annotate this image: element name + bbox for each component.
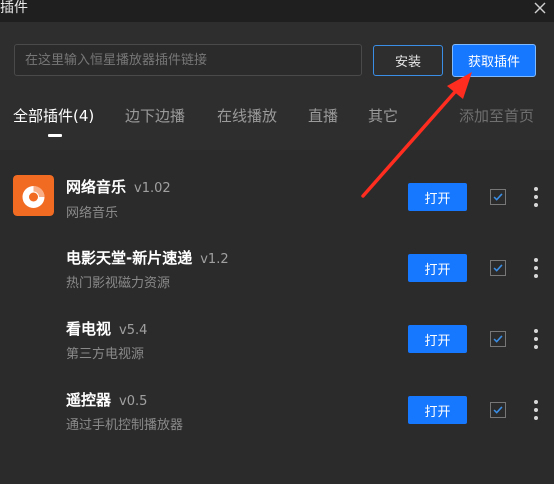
enable-checkbox[interactable] [490,331,506,347]
title-bar: 插件 [0,0,554,22]
more-options-icon[interactable] [531,256,541,280]
plugin-list: 网络音乐 v1.02 网络音乐 打开 电影天堂-新片速递 v1.2 热门影视磁力资源… [0,150,554,484]
music-disc-icon [13,175,54,216]
window-title: 插件 [0,0,28,16]
plugin-version: v1.2 [200,252,229,267]
plugin-name: 网络音乐 v1.02 [66,176,171,197]
add-to-home-link[interactable]: 添加至首页 [459,104,534,128]
enable-checkbox[interactable] [490,402,506,418]
plugin-name: 遥控器 v0.5 [66,389,147,410]
get-plugins-button[interactable]: 获取插件 [452,44,536,77]
plugin-row: 电影天堂-新片速递 v1.2 热门影视磁力资源 打开 [0,221,554,291]
open-button[interactable]: 打开 [408,254,467,282]
plugin-name-text: 电影天堂-新片速递 [66,249,193,267]
tab-online-play[interactable]: 在线播放 [217,104,277,128]
more-options-icon[interactable] [531,185,541,209]
plugin-window: 插件 安装 获取插件 全部插件(4) 边下边播 在线播放 直播 其它 添加至首页… [0,0,554,484]
tab-all-plugins[interactable]: 全部插件(4) [13,104,94,128]
plugin-row: 看电视 v5.4 第三方电视源 打开 [0,292,554,362]
enable-checkbox[interactable] [490,189,506,205]
tab-other[interactable]: 其它 [368,104,398,128]
tab-bar: 全部插件(4) 边下边播 在线播放 直播 其它 添加至首页 [0,104,554,134]
plugin-description: 第三方电视源 [66,347,145,362]
plugin-description: 网络音乐 [66,206,119,221]
plugin-version: v5.4 [119,323,148,338]
tab-download-play[interactable]: 边下边播 [125,104,185,128]
close-icon[interactable] [530,0,550,18]
plugin-name: 看电视 v5.4 [66,318,147,339]
plugin-description: 热门影视磁力资源 [66,276,171,291]
tab-live[interactable]: 直播 [308,104,338,128]
plugin-name-text: 网络音乐 [66,178,127,196]
open-button[interactable]: 打开 [408,183,467,211]
more-options-icon[interactable] [531,398,541,422]
plugin-version: v1.02 [134,181,171,196]
plugin-name: 电影天堂-新片速递 v1.2 [66,247,229,268]
open-button[interactable]: 打开 [408,325,467,353]
plugin-row: 遥控器 v0.5 通过手机控制播放器 打开 [0,363,554,433]
enable-checkbox[interactable] [490,260,506,276]
active-tab-indicator [48,134,62,137]
plugin-row: 网络音乐 v1.02 网络音乐 打开 [0,150,554,221]
open-button[interactable]: 打开 [408,396,467,424]
plugin-link-input[interactable] [14,44,362,76]
plugin-version: v0.5 [119,394,148,409]
install-button[interactable]: 安装 [373,45,443,76]
plugin-name-text: 遥控器 [66,391,112,409]
plugin-name-text: 看电视 [66,320,112,338]
more-options-icon[interactable] [531,327,541,351]
plugin-description: 通过手机控制播放器 [66,418,184,433]
